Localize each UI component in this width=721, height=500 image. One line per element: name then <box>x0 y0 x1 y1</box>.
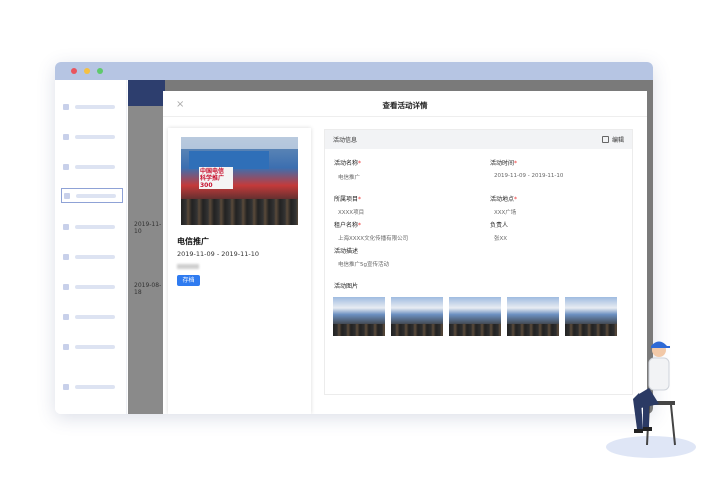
sidebar-item-placeholder <box>75 385 115 389</box>
field-label-time: 活动时间* <box>490 160 518 167</box>
field-label-name: 活动名称* <box>334 160 362 167</box>
menu-icon <box>63 314 69 320</box>
info-header: 活动信息 编辑 <box>325 130 632 149</box>
field-value-time: 2019-11-09 - 2019-11-10 <box>494 173 564 179</box>
tent-roof <box>181 137 298 149</box>
activity-photo[interactable] <box>333 297 385 336</box>
field-value-owner: 张XX <box>494 236 508 242</box>
field-label-location: 活动地点* <box>490 196 518 203</box>
close-dot[interactable] <box>71 68 77 74</box>
window-titlebar <box>55 62 653 80</box>
sidebar-item[interactable] <box>61 220 123 234</box>
field-value-project: XXXX项目 <box>338 210 365 216</box>
sidebar-item-active[interactable] <box>61 188 123 203</box>
field-value-description: 电信推广5g宣传活动 <box>338 262 389 268</box>
field-label-tenant: 租户名称* <box>334 222 362 229</box>
crowd <box>181 199 298 225</box>
activity-photo[interactable] <box>391 297 443 336</box>
menu-icon <box>63 384 69 390</box>
field-label-description: 活动描述 <box>334 248 359 255</box>
sidebar-item-placeholder <box>76 193 116 198</box>
sidebar-item[interactable] <box>61 310 123 324</box>
activity-photo[interactable] <box>449 297 501 336</box>
menu-icon <box>63 284 69 290</box>
sidebar-item-placeholder <box>75 225 115 229</box>
field-value-tenant: 上海XXXX文化传播有限公司 <box>338 236 409 242</box>
browser-window: 2019-11-10 2019-08-18 × 查看活动详情 中国电信 科学推广… <box>55 62 653 414</box>
field-label-project: 所属项目* <box>334 196 362 203</box>
activity-info-panel: 活动信息 编辑 活动名称* 电信推广 活动时间* 2019-11-09 - 20… <box>324 129 633 395</box>
main-content-overlay: 2019-11-10 2019-08-18 × 查看活动详情 中国电信 科学推广… <box>128 80 653 414</box>
menu-icon <box>63 344 69 350</box>
archive-button[interactable]: 存档 <box>177 275 200 286</box>
sidebar-item[interactable] <box>61 340 123 354</box>
menu-icon <box>63 134 69 140</box>
sidebar-item-placeholder <box>75 285 115 289</box>
edit-icon <box>601 136 609 143</box>
activity-detail-drawer: × 查看活动详情 中国电信 科学推广 300 电信推广 2019-11-09 -… <box>163 91 647 414</box>
sidebar-item-placeholder <box>75 105 115 109</box>
activity-cover-image: 中国电信 科学推广 300 <box>181 137 298 225</box>
photo-gallery <box>333 297 617 336</box>
field-label-owner: 负责人 <box>490 222 509 229</box>
stage: 2019-11-10 2019-08-18 × 查看活动详情 中国电信 科学推广… <box>0 0 721 500</box>
background-date: 2019-08-18 <box>134 282 162 296</box>
activity-photo[interactable] <box>507 297 559 336</box>
activity-card: 中国电信 科学推广 300 电信推广 2019-11-09 - 2019-11-… <box>168 128 311 414</box>
edit-button[interactable]: 编辑 <box>601 135 624 144</box>
field-label-photos: 活动图片 <box>334 283 359 290</box>
sidebar-item[interactable] <box>61 250 123 264</box>
drawer-title: 查看活动详情 <box>382 101 428 110</box>
menu-icon <box>63 224 69 230</box>
sidebar-item-placeholder <box>75 255 115 259</box>
sidebar-item[interactable] <box>61 100 123 114</box>
activity-name: 电信推广 <box>177 237 209 246</box>
sidebar-item-placeholder <box>75 345 115 349</box>
sidebar-item-placeholder <box>75 165 115 169</box>
sidebar-item-placeholder <box>75 135 115 139</box>
sidebar-item[interactable] <box>61 380 123 394</box>
banner-text: 中国电信 科学推广 300 <box>199 167 233 189</box>
edit-label: 编辑 <box>611 137 624 144</box>
menu-icon <box>63 254 69 260</box>
background-header <box>128 80 165 106</box>
blurred-text <box>177 264 199 269</box>
menu-icon <box>63 164 69 170</box>
background-page: 2019-11-10 2019-08-18 <box>128 80 165 414</box>
menu-icon <box>63 104 69 110</box>
activity-date: 2019-11-09 - 2019-11-10 <box>177 250 260 258</box>
person-illustration <box>633 341 676 446</box>
sidebar-item[interactable] <box>61 280 123 294</box>
menu-icon <box>64 192 70 199</box>
activity-photo[interactable] <box>565 297 617 336</box>
sidebar <box>55 80 127 414</box>
divider <box>163 116 647 117</box>
field-value-location: XXX广场 <box>494 210 517 216</box>
sidebar-item-placeholder <box>75 315 115 319</box>
info-header-title: 活动信息 <box>333 137 358 144</box>
maximize-dot[interactable] <box>97 68 103 74</box>
minimize-dot[interactable] <box>84 68 90 74</box>
field-value-name: 电信推广 <box>338 175 361 181</box>
background-date: 2019-11-10 <box>134 221 162 235</box>
sidebar-item[interactable] <box>61 130 123 144</box>
sidebar-item[interactable] <box>61 160 123 174</box>
